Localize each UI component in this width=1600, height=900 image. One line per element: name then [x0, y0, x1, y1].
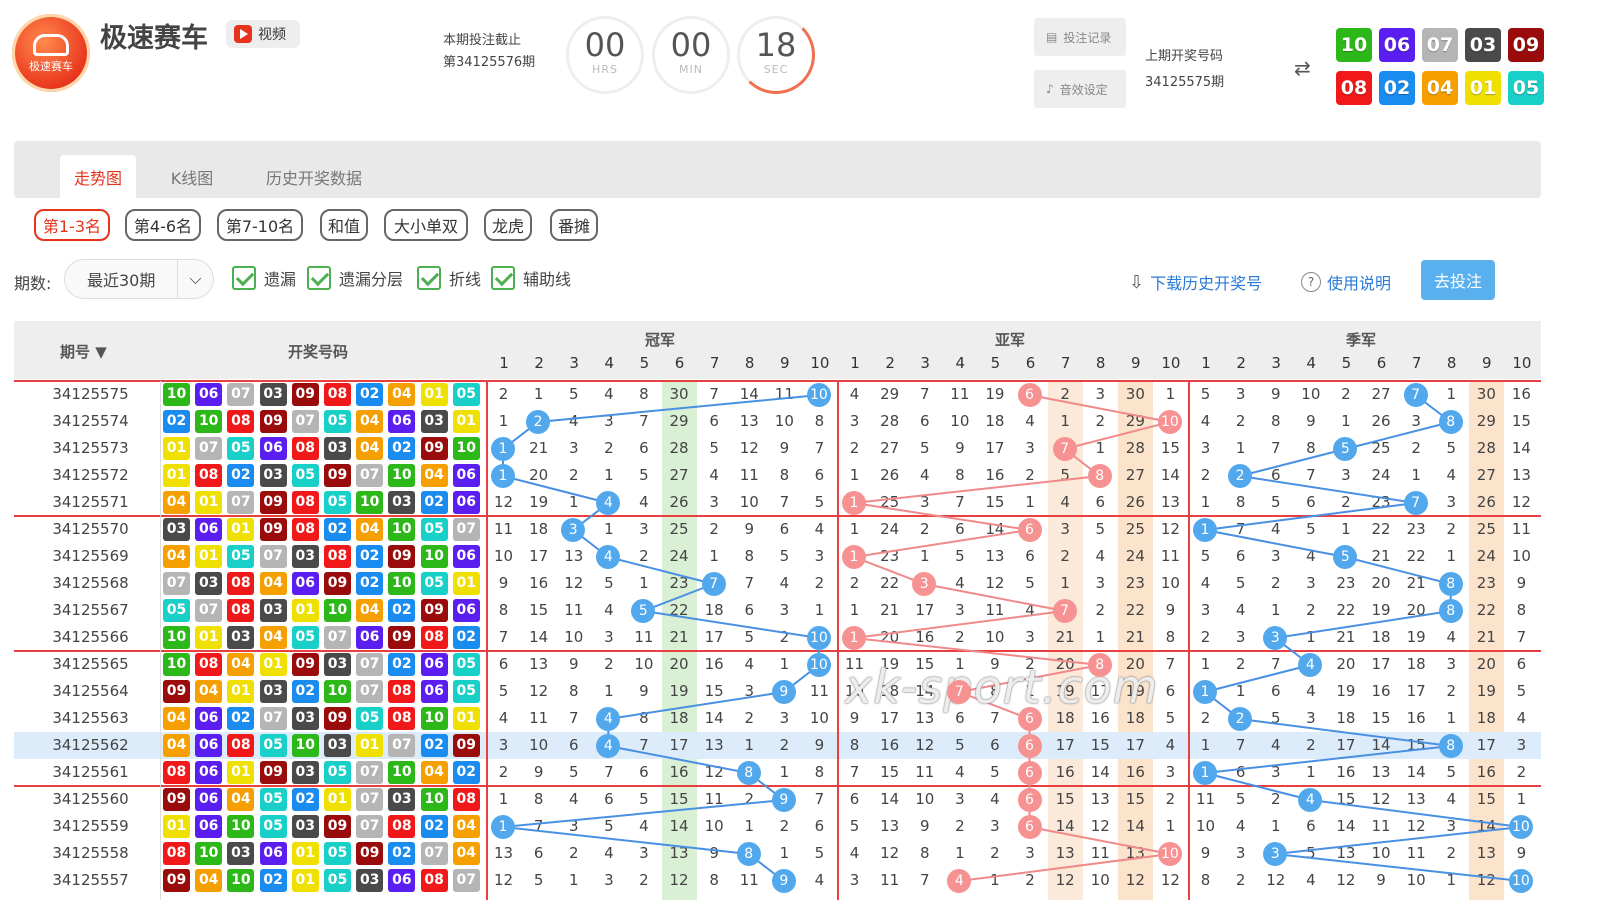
hit-ball: 10 — [1157, 842, 1182, 866]
hit-ball: 1 — [491, 815, 515, 839]
hit-ball: 8 — [736, 842, 761, 866]
hit-ball: 10 — [806, 383, 831, 407]
hit-ball: 10 — [1508, 869, 1533, 893]
hit-ball: 7 — [1052, 437, 1077, 461]
hit-ball: 3 — [912, 572, 937, 596]
hit-ball: 6 — [1017, 734, 1042, 758]
hit-ball: 7 — [701, 572, 726, 596]
hit-ball: 2 — [1228, 707, 1253, 731]
hit-ball: 1 — [842, 626, 866, 650]
hit-ball: 2 — [526, 410, 551, 434]
hit-ball: 1 — [842, 545, 866, 569]
hit-ball: 8 — [1438, 599, 1463, 623]
hit-ball: 3 — [1263, 842, 1288, 866]
hit-ball: 8 — [1438, 410, 1463, 434]
hit-ball: 6 — [1017, 383, 1042, 407]
hit-ball: 10 — [806, 653, 831, 677]
hit-ball: 2 — [1228, 464, 1253, 488]
hit-ball: 3 — [1263, 626, 1288, 650]
hit-ball: 6 — [1017, 761, 1042, 785]
trend-polyline — [502, 394, 820, 882]
hit-ball: 8 — [736, 761, 761, 785]
hit-ball: 6 — [1017, 518, 1042, 542]
hit-ball: 1 — [491, 464, 515, 488]
hit-ball: 1 — [1193, 518, 1217, 542]
trend-lines — [502, 394, 1522, 882]
hit-ball: 1 — [1193, 761, 1217, 785]
hit-ball: 9 — [771, 869, 796, 893]
hit-ball: 6 — [1017, 788, 1042, 812]
hit-ball: 7 — [1052, 599, 1077, 623]
hit-ball: 7 — [1403, 491, 1428, 515]
hit-ball: 8 — [1438, 572, 1463, 596]
hit-ball: 10 — [1157, 410, 1182, 434]
hit-ball: 10 — [806, 626, 831, 650]
hit-ball: 1 — [491, 437, 515, 461]
hit-ball: 7 — [1403, 383, 1428, 407]
hit-ball: 6 — [1017, 815, 1042, 839]
hit-ball: 8 — [1438, 734, 1463, 758]
hit-ball: 9 — [771, 788, 796, 812]
hit-ball: 10 — [1508, 815, 1533, 839]
hit-ball: 8 — [1087, 464, 1112, 488]
hit-ball: 1 — [1193, 680, 1217, 704]
hit-ball: 3 — [561, 518, 586, 542]
trend-polyline — [1202, 394, 1522, 882]
hit-ball: 1 — [842, 491, 866, 515]
hit-ball: 9 — [771, 680, 796, 704]
hit-ball: 8 — [1087, 653, 1112, 677]
trend-polyline — [850, 394, 1171, 882]
hit-ball: 6 — [1017, 707, 1042, 731]
